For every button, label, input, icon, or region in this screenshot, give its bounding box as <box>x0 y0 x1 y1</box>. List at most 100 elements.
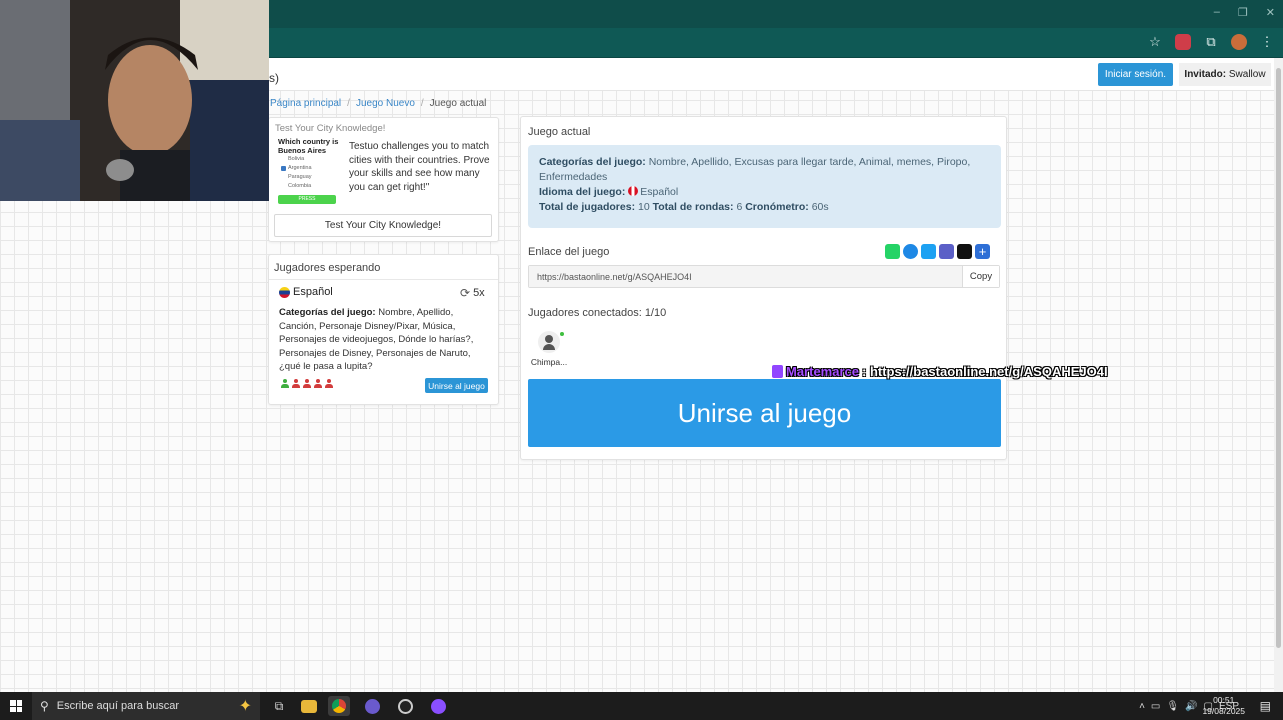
connected-label: Jugadores conectados: <box>528 307 642 319</box>
join-waiting-game-button[interactable]: Unirse al juego <box>425 378 488 393</box>
game-link-label: Enlace del juego <box>528 246 610 258</box>
waiting-categories: Categorías del juego: Nombre, Apellido, … <box>279 306 489 374</box>
game-url-row: Copy <box>528 265 1000 288</box>
close-icon[interactable]: ✕ <box>1266 6 1275 19</box>
window-controls: – ❐ ✕ <box>1214 6 1275 19</box>
rounds-total-label: Total de rondas: <box>652 201 734 213</box>
game-language-row: Idioma del juego: Español <box>539 185 990 200</box>
snapchat-icon[interactable] <box>957 244 972 259</box>
app-icon-purple[interactable] <box>361 696 383 716</box>
breadcrumb-current: Juego actual <box>429 98 487 109</box>
player-slot-empty-icon <box>291 379 301 389</box>
whatsapp-icon[interactable] <box>885 244 900 259</box>
connected-count: 1/10 <box>644 307 667 319</box>
clock-date: 19/08/2025 <box>1202 706 1245 716</box>
ad-thumb-option: Paraguay <box>288 174 312 180</box>
star-icon[interactable]: ☆ <box>1147 34 1163 50</box>
windows-start-icon[interactable] <box>10 700 22 712</box>
timer-value: 60s <box>811 201 829 213</box>
twitter-icon[interactable] <box>921 244 936 259</box>
volume-icon[interactable]: 🔊 <box>1185 701 1197 712</box>
scrollbar-thumb[interactable] <box>1276 68 1281 648</box>
refresh-icon: ⟳ <box>460 286 471 300</box>
game-language-label: Idioma del juego: <box>539 186 626 198</box>
breadcrumb-separator: / <box>347 98 350 109</box>
network-icon[interactable]: ▭ <box>1151 701 1160 712</box>
current-game-card: Juego actual Categorías del juego: Nombr… <box>520 116 1007 460</box>
menu-icon[interactable]: ⋮ <box>1259 34 1275 50</box>
game-url-input[interactable] <box>529 266 962 287</box>
chat-badge-icon <box>772 365 783 378</box>
chat-message-overlay: Martemarce : https://bastaonline.net/g/A… <box>772 364 1108 379</box>
add-icon[interactable]: + <box>975 244 990 259</box>
minimize-icon[interactable]: – <box>1214 6 1220 19</box>
game-categories-row: Categorías del juego: Nombre, Apellido, … <box>539 155 990 185</box>
chevron-up-icon[interactable]: ˄ <box>1139 701 1145 712</box>
player-slot-empty-icon <box>324 379 334 389</box>
notification-icon[interactable]: ▤ <box>1260 699 1271 713</box>
messenger-icon[interactable] <box>903 244 918 259</box>
players-total-label: Total de jugadores: <box>539 201 636 213</box>
peru-flag-icon <box>628 186 639 196</box>
copilot-icon[interactable]: ✦ <box>239 696 252 716</box>
waiting-title: Jugadores esperando <box>274 262 381 274</box>
breadcrumb-new-game[interactable]: Juego Nuevo <box>356 98 415 109</box>
webcam-image <box>0 0 269 201</box>
current-game-title: Juego actual <box>528 126 591 138</box>
taskbar-apps: ⧉ <box>268 696 449 716</box>
microphone-icon[interactable]: 🎙 <box>1166 701 1179 712</box>
guest-label: Invitado: <box>1184 69 1227 80</box>
copy-button[interactable]: Copy <box>962 266 999 287</box>
user-avatar-icon <box>538 331 560 353</box>
ad-thumb-question: Which country is Buenos Aires <box>278 137 339 155</box>
ad-thumb-button: PRESS <box>278 195 336 204</box>
webcam-overlay <box>0 0 269 201</box>
restore-icon[interactable]: ❐ <box>1238 6 1248 19</box>
guest-name: Swallow <box>1228 69 1266 80</box>
ad-card: Test Your City Knowledge! Which country … <box>268 117 499 242</box>
game-language-value: Español <box>640 186 679 198</box>
ad-cta-button[interactable]: Test Your City Knowledge! <box>274 214 492 237</box>
player-entry[interactable]: Chimpa... <box>529 331 569 367</box>
file-explorer-icon[interactable] <box>301 700 317 713</box>
header-partial-text: s) <box>269 71 279 85</box>
clock-time: 00:51 <box>1213 695 1235 705</box>
online-status-icon <box>560 332 564 336</box>
breadcrumb: Página principal / Juego Nuevo / Juego a… <box>270 98 486 109</box>
chat-username: Martemarce <box>786 364 859 379</box>
waiting-rounds: ⟳ 5x <box>460 286 485 300</box>
breadcrumb-separator: / <box>420 98 424 109</box>
player-slot-empty-icon <box>313 379 323 389</box>
divider <box>269 279 498 280</box>
player-slot-empty-icon <box>302 379 312 389</box>
venezuela-flag-icon <box>279 286 290 298</box>
ad-title: Test Your City Knowledge! <box>275 123 386 134</box>
puzzle-icon[interactable]: ⧉ <box>1203 34 1219 50</box>
game-info-box: Categorías del juego: Nombre, Apellido, … <box>528 145 1001 228</box>
task-view-icon[interactable]: ⧉ <box>268 696 290 716</box>
players-total-value: 10 <box>638 201 650 213</box>
extension-icon[interactable] <box>1175 34 1191 50</box>
ad-thumbnail[interactable]: Which country is Buenos Aires Bolivia Ar… <box>278 137 340 208</box>
join-game-button[interactable]: Unirse al juego <box>528 379 1001 447</box>
app-icon-violet[interactable] <box>427 696 449 716</box>
player-name: Chimpa... <box>530 357 568 367</box>
taskbar-clock[interactable]: 00:51 19/08/2025 <box>1202 695 1245 717</box>
obs-icon[interactable] <box>394 696 416 716</box>
profile-icon[interactable] <box>1231 34 1247 50</box>
ad-thumb-option: Argentina <box>278 164 340 173</box>
windows-taskbar: ⚲ Escribe aquí para buscar ✦ ⧉ ˄ ▭ 🎙 🔊 ▢… <box>0 692 1283 720</box>
player-slots <box>280 379 334 389</box>
player-slot-filled-icon <box>280 379 290 389</box>
guest-badge[interactable]: Invitado: Swallow <box>1179 63 1271 86</box>
share-buttons: + <box>885 244 990 259</box>
chat-message: : https://bastaonline.net/g/ASQAHEJO4I <box>862 364 1108 379</box>
login-button[interactable]: Iniciar sesión. <box>1098 63 1173 86</box>
game-stats-row: Total de jugadores: 10 Total de rondas: … <box>539 200 990 215</box>
connected-players-label: Jugadores conectados: 1/10 <box>528 307 666 319</box>
chrome-icon[interactable] <box>328 696 350 716</box>
timer-label: Cronómetro: <box>745 201 809 213</box>
taskbar-search[interactable]: ⚲ Escribe aquí para buscar ✦ <box>32 692 260 720</box>
teams-icon[interactable] <box>939 244 954 259</box>
breadcrumb-home[interactable]: Página principal <box>270 98 341 109</box>
